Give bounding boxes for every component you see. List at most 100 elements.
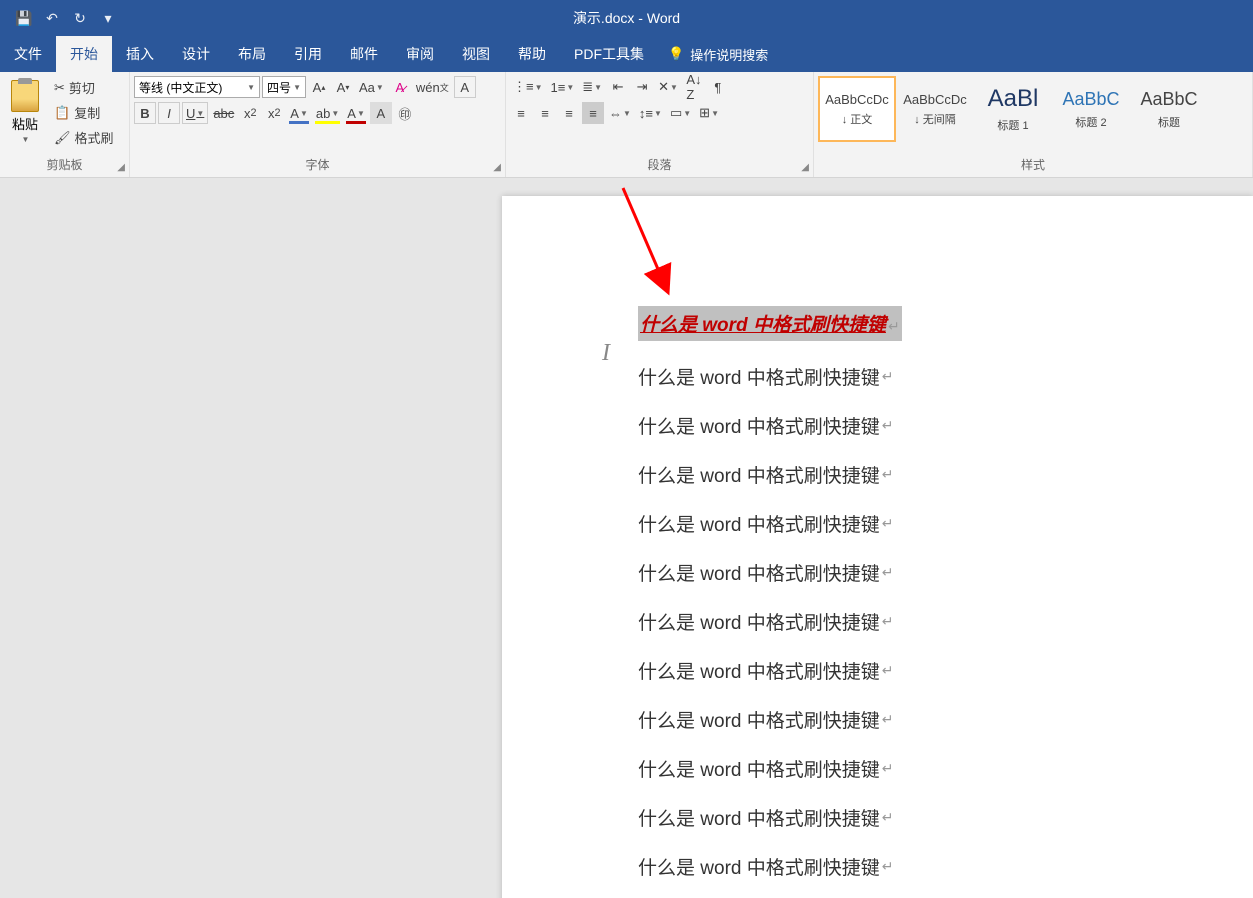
paragraph-mark-icon: ↵ bbox=[882, 466, 894, 483]
paragraph-mark-icon: ↵ bbox=[882, 809, 894, 826]
doc-text: 什么是 word 中格式刷快捷键 bbox=[638, 657, 880, 684]
text-effects-button[interactable]: A▼ bbox=[287, 102, 311, 124]
tab-references[interactable]: 引用 bbox=[280, 36, 336, 72]
doc-text: 什么是 word 中格式刷快捷键 bbox=[638, 559, 880, 586]
doc-line[interactable]: 什么是 word 中格式刷快捷键↵ bbox=[638, 412, 1253, 439]
distributed-button[interactable]: ⇔▼ bbox=[606, 102, 634, 124]
style-name: 标题 2 bbox=[1075, 114, 1106, 130]
style-title[interactable]: AaBbC 标题 bbox=[1130, 76, 1208, 142]
shading-button[interactable]: ▭▼ bbox=[667, 102, 694, 124]
borders-button[interactable]: ⊞▼ bbox=[696, 102, 722, 124]
doc-line[interactable]: 什么是 word 中格式刷快捷键↵ bbox=[638, 657, 1253, 684]
char-border-button[interactable]: A bbox=[454, 76, 476, 98]
align-right-button[interactable]: ≡ bbox=[558, 102, 580, 124]
tab-review[interactable]: 审阅 bbox=[392, 36, 448, 72]
font-name-value: 等线 (中文正文) bbox=[139, 79, 222, 96]
font-size-combo[interactable]: 四号 ▼ bbox=[262, 76, 306, 98]
tab-design[interactable]: 设计 bbox=[168, 36, 224, 72]
ribbon-tabs: 文件 开始 插入 设计 布局 引用 邮件 审阅 视图 帮助 PDF工具集 💡 操… bbox=[0, 36, 1253, 72]
char-shading-button[interactable]: A bbox=[370, 102, 392, 124]
document-area[interactable]: I 什么是 word 中格式刷快捷键↵ 什么是 word 中格式刷快捷键↵什么是… bbox=[0, 178, 1253, 898]
doc-text: 什么是 word 中格式刷快捷键 bbox=[638, 363, 880, 390]
tab-insert[interactable]: 插入 bbox=[112, 36, 168, 72]
style-name: ↓ 正文 bbox=[842, 111, 873, 127]
bold-button[interactable]: B bbox=[134, 102, 156, 124]
paragraph-mark-icon: ↵ bbox=[882, 417, 894, 434]
change-case-button[interactable]: Aa▼ bbox=[356, 76, 387, 98]
paragraph-mark-icon: ↵ bbox=[882, 515, 894, 532]
align-left-button[interactable]: ≡ bbox=[510, 102, 532, 124]
align-center-button[interactable]: ≡ bbox=[534, 102, 556, 124]
doc-line[interactable]: 什么是 word 中格式刷快捷键↵ bbox=[638, 608, 1253, 635]
format-painter-button[interactable]: 🖌 格式刷 bbox=[50, 126, 118, 149]
subscript-button[interactable]: x2 bbox=[239, 102, 261, 124]
highlight-button[interactable]: ab▼ bbox=[313, 102, 342, 124]
doc-text: 什么是 word 中格式刷快捷键 bbox=[638, 853, 880, 880]
doc-line[interactable]: 什么是 word 中格式刷快捷键↵ bbox=[638, 510, 1253, 537]
increase-indent-button[interactable]: ⇥ bbox=[631, 76, 653, 98]
selected-text-line[interactable]: 什么是 word 中格式刷快捷键↵ bbox=[638, 306, 902, 341]
numbering-button[interactable]: 1≡▼ bbox=[548, 76, 578, 98]
chevron-down-icon: ▼ bbox=[293, 83, 301, 92]
style-heading1[interactable]: AaBl 标题 1 bbox=[974, 76, 1052, 142]
tab-help[interactable]: 帮助 bbox=[504, 36, 560, 72]
tell-me-search[interactable]: 💡 操作说明搜索 bbox=[658, 36, 778, 72]
doc-line[interactable]: 什么是 word 中格式刷快捷键↵ bbox=[638, 853, 1253, 880]
show-marks-button[interactable]: ¶ bbox=[707, 76, 729, 98]
styles-group-label: 样式 bbox=[818, 152, 1248, 177]
tab-file[interactable]: 文件 bbox=[0, 36, 56, 72]
shrink-font-button[interactable]: A▾ bbox=[332, 76, 354, 98]
qat-more-button[interactable]: ▾ bbox=[96, 6, 120, 30]
doc-line[interactable]: 什么是 word 中格式刷快捷键↵ bbox=[638, 461, 1253, 488]
style-name: 标题 bbox=[1158, 114, 1180, 130]
copy-button[interactable]: 📋 复制 bbox=[50, 101, 118, 124]
clear-format-button[interactable]: A̷ bbox=[389, 76, 411, 98]
style-no-spacing[interactable]: AaBbCcDc ↓ 无间隔 bbox=[896, 76, 974, 142]
font-size-value: 四号 bbox=[267, 79, 291, 96]
tab-home[interactable]: 开始 bbox=[56, 36, 112, 72]
style-normal[interactable]: AaBbCcDc ↓ 正文 bbox=[818, 76, 896, 142]
style-name: 标题 1 bbox=[997, 117, 1028, 133]
decrease-indent-button[interactable]: ⇤ bbox=[607, 76, 629, 98]
title-bar: 💾 ↶ ↻ ▾ 演示.docx - Word bbox=[0, 0, 1253, 36]
doc-line[interactable]: 什么是 word 中格式刷快捷键↵ bbox=[638, 559, 1253, 586]
line-spacing-button[interactable]: ↕≡▼ bbox=[636, 102, 665, 124]
page[interactable]: I 什么是 word 中格式刷快捷键↵ 什么是 word 中格式刷快捷键↵什么是… bbox=[502, 196, 1253, 898]
redo-button[interactable]: ↻ bbox=[68, 6, 92, 30]
doc-line[interactable]: 什么是 word 中格式刷快捷键↵ bbox=[638, 706, 1253, 733]
asian-layout-button[interactable]: ✕▼ bbox=[655, 76, 681, 98]
cut-button[interactable]: ✂ 剪切 bbox=[50, 76, 118, 99]
doc-text: 什么是 word 中格式刷快捷键 bbox=[638, 608, 880, 635]
tab-layout[interactable]: 布局 bbox=[224, 36, 280, 72]
underline-button[interactable]: U▼ bbox=[182, 102, 208, 124]
enclose-char-button[interactable]: ㊞ bbox=[394, 102, 416, 124]
paste-button[interactable]: 粘贴 ▼ bbox=[4, 76, 46, 148]
paragraph-dialog-launcher[interactable]: ◢ bbox=[801, 162, 809, 173]
font-dialog-launcher[interactable]: ◢ bbox=[493, 162, 501, 173]
multilevel-button[interactable]: ≣▼ bbox=[579, 76, 605, 98]
grow-font-button[interactable]: A▴ bbox=[308, 76, 330, 98]
tab-mailings[interactable]: 邮件 bbox=[336, 36, 392, 72]
doc-line[interactable]: 什么是 word 中格式刷快捷键↵ bbox=[638, 755, 1253, 782]
font-color-button[interactable]: A▼ bbox=[344, 102, 368, 124]
tab-view[interactable]: 视图 bbox=[448, 36, 504, 72]
italic-button[interactable]: I bbox=[158, 102, 180, 124]
tell-me-label: 操作说明搜索 bbox=[690, 45, 768, 64]
doc-line[interactable]: 什么是 word 中格式刷快捷键↵ bbox=[638, 363, 1253, 390]
font-name-combo[interactable]: 等线 (中文正文) ▼ bbox=[134, 76, 260, 98]
brush-icon: 🖌 bbox=[54, 130, 71, 146]
phonetic-guide-button[interactable]: wén文 bbox=[413, 76, 452, 98]
style-heading2[interactable]: AaBbC 标题 2 bbox=[1052, 76, 1130, 142]
justify-button[interactable]: ≡ bbox=[582, 102, 604, 124]
bullets-button[interactable]: ⋮≡▼ bbox=[510, 76, 546, 98]
superscript-button[interactable]: x2 bbox=[263, 102, 285, 124]
undo-button[interactable]: ↶ bbox=[40, 6, 64, 30]
tab-pdf-tools[interactable]: PDF工具集 bbox=[560, 36, 658, 72]
group-font: 等线 (中文正文) ▼ 四号 ▼ A▴ A▾ Aa▼ A̷ wén文 A B I… bbox=[130, 72, 506, 177]
doc-line[interactable]: 什么是 word 中格式刷快捷键↵ bbox=[638, 804, 1253, 831]
clipboard-dialog-launcher[interactable]: ◢ bbox=[117, 162, 125, 173]
save-button[interactable]: 💾 bbox=[12, 6, 36, 30]
sort-button[interactable]: A↓Z bbox=[683, 76, 705, 98]
strikethrough-button[interactable]: abc bbox=[210, 102, 237, 124]
style-preview: AaBbCcDc bbox=[903, 92, 967, 107]
